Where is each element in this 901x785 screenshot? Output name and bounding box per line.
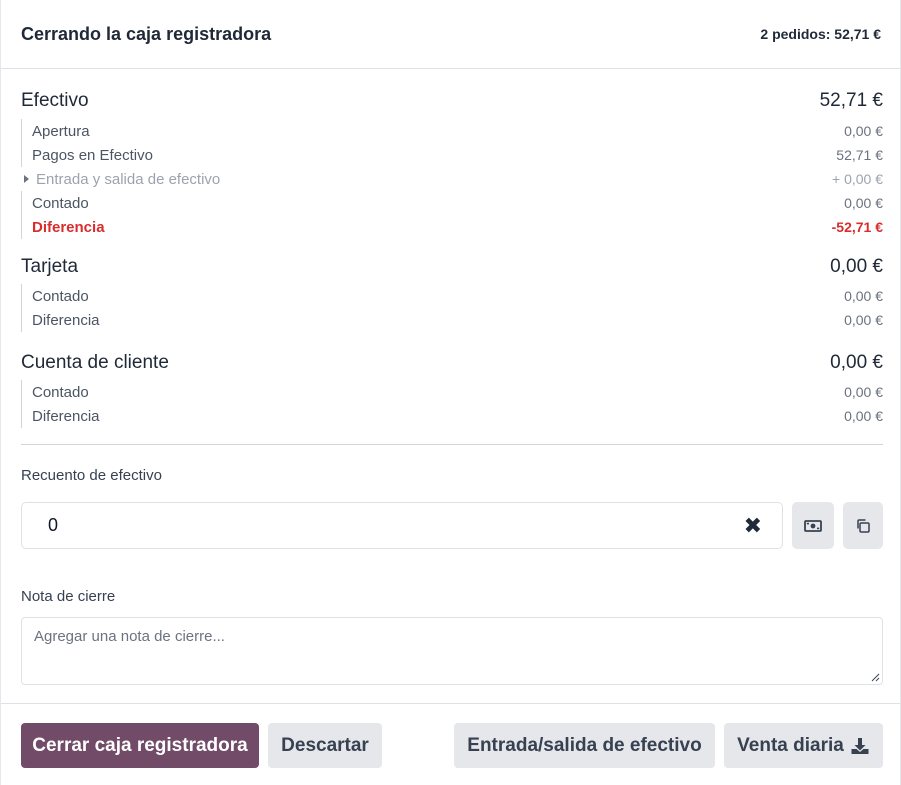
money-bill-icon <box>804 519 822 532</box>
discard-button[interactable]: Descartar <box>268 723 382 768</box>
customer-account-header: Cuenta de cliente 0,00 € <box>21 352 883 378</box>
dialog-footer: Cerrar caja registradora Descartar Entra… <box>1 703 900 785</box>
caret-right-icon <box>24 174 29 183</box>
cash-opening-row: Apertura 0,00 € <box>22 119 883 143</box>
customer-counted-amount: 0,00 € <box>844 384 883 400</box>
cash-in-out-toggle[interactable]: Entrada y salida de efectivo + 0,00 € <box>21 167 883 191</box>
close-icon[interactable]: ✖ <box>744 514 762 537</box>
cash-details: Apertura 0,00 € Pagos en Efectivo 52,71 … <box>21 119 883 239</box>
copy-icon <box>857 518 870 533</box>
close-register-dialog: Cerrando la caja registradora 2 pedidos:… <box>0 0 901 785</box>
cash-section-header: Efectivo 52,71 € <box>21 90 883 116</box>
cash-counted-amount: 0,00 € <box>844 195 883 211</box>
cash-section-amount: 52,71 € <box>819 90 883 111</box>
customer-account-details: Contado 0,00 € Diferencia 0,00 € <box>21 380 883 428</box>
cash-payments-label: Pagos en Efectivo <box>32 146 153 164</box>
download-icon <box>851 737 869 754</box>
cash-count-label: Recuento de efectivo <box>21 467 162 484</box>
cash-in-out-button[interactable]: Entrada/salida de efectivo <box>454 723 715 768</box>
copy-amount-button[interactable] <box>843 502 883 549</box>
cash-opening-amount: 0,00 € <box>844 123 883 139</box>
cash-counted-label: Contado <box>32 194 89 212</box>
card-section: Tarjeta 0,00 € Contado 0,00 € Diferencia… <box>21 256 883 332</box>
section-divider <box>21 444 883 445</box>
cash-difference-label: Diferencia <box>32 218 105 236</box>
customer-counted-label: Contado <box>32 383 89 401</box>
cash-count-input[interactable]: 0 ✖ <box>21 502 783 549</box>
cash-payments-row: Pagos en Efectivo 52,71 € <box>22 143 883 167</box>
closing-note-textarea[interactable]: Agregar una nota de cierre... <box>21 617 883 685</box>
customer-account-label: Cuenta de cliente <box>21 352 169 373</box>
orders-summary: 2 pedidos: 52,71 € <box>760 26 881 42</box>
cash-count-value[interactable]: 0 <box>48 515 58 536</box>
customer-difference-row: Diferencia 0,00 € <box>22 404 883 428</box>
cash-counted-row: Contado 0,00 € <box>22 191 883 215</box>
close-register-button[interactable]: Cerrar caja registradora <box>21 723 259 768</box>
cash-section-label: Efectivo <box>21 90 89 111</box>
card-counted-label: Contado <box>32 287 89 305</box>
cash-opening-label: Apertura <box>32 122 90 140</box>
resize-handle-icon[interactable] <box>870 672 880 682</box>
card-counted-row: Contado 0,00 € <box>22 284 883 308</box>
card-difference-label: Diferencia <box>32 311 100 329</box>
dialog-title: Cerrando la caja registradora <box>21 23 272 44</box>
cash-in-out-label: Entrada y salida de efectivo <box>36 170 221 188</box>
customer-difference-label: Diferencia <box>32 407 100 425</box>
cash-difference-row: Diferencia -52,71 € <box>22 215 883 239</box>
card-difference-amount: 0,00 € <box>844 312 883 328</box>
cash-difference-amount: -52,71 € <box>831 219 883 235</box>
closing-note-placeholder: Agregar una nota de cierre... <box>34 628 225 645</box>
card-counted-amount: 0,00 € <box>844 288 883 304</box>
card-difference-row: Diferencia 0,00 € <box>22 308 883 332</box>
money-details-button[interactable] <box>792 502 834 549</box>
dialog-header: Cerrando la caja registradora 2 pedidos:… <box>1 0 900 69</box>
card-section-amount: 0,00 € <box>830 256 883 277</box>
card-section-header: Tarjeta 0,00 € <box>21 256 883 282</box>
customer-account-section: Cuenta de cliente 0,00 € Contado 0,00 € … <box>21 352 883 428</box>
cash-payments-amount: 52,71 € <box>836 147 883 163</box>
customer-difference-amount: 0,00 € <box>844 408 883 424</box>
customer-account-amount: 0,00 € <box>830 352 883 373</box>
closing-note-label: Nota de cierre <box>21 588 116 605</box>
cash-section: Efectivo 52,71 € Apertura 0,00 € Pagos e… <box>21 90 883 239</box>
daily-sale-label: Venta diaria <box>737 734 844 756</box>
customer-counted-row: Contado 0,00 € <box>22 380 883 404</box>
card-details: Contado 0,00 € Diferencia 0,00 € <box>21 284 883 332</box>
card-section-label: Tarjeta <box>21 256 79 277</box>
cash-in-out-amount: + 0,00 € <box>832 171 883 187</box>
daily-sale-button[interactable]: Venta diaria <box>724 723 883 768</box>
